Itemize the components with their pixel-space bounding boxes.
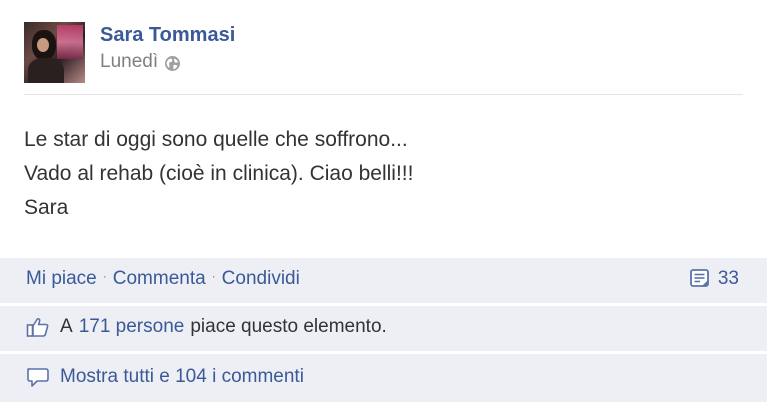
post-body: Le star di oggi sono quelle che soffrono… [24,123,744,225]
actions-bar: Mi piace · Commenta · Condividi 33 [0,258,767,303]
author-name-link[interactable]: Sara Tommasi [100,24,235,47]
share-button[interactable]: Condividi [222,268,300,290]
action-separator: · [102,269,107,283]
shares-count-link[interactable]: 33 [689,268,739,290]
post-body-line: Le star di oggi sono quelle che soffrono… [24,128,408,151]
view-all-comments-link[interactable]: Mostra tutti e 104 i commenti [26,366,304,388]
likes-summary: A 171 persone piace questo elemento. [26,316,387,338]
comments-bar: Mostra tutti e 104 i commenti [0,354,767,402]
facebook-post: Sara Tommasi Lunedì Le star di oggi sono… [0,0,767,403]
avatar-background-poster [57,25,83,59]
action-separator: · [211,269,216,283]
thumbs-up-icon [26,316,50,338]
likes-suffix: piace questo elemento. [190,316,387,337]
author-avatar[interactable] [24,22,85,83]
avatar-face [37,38,49,52]
share-icon [689,268,711,290]
post-body-line: Sara [24,196,69,219]
globe-icon[interactable] [164,55,181,72]
view-all-comments-label: Mostra tutti e 104 i commenti [60,366,304,387]
comment-bubble-icon [26,366,50,388]
header-divider [24,94,743,95]
likes-bar: A 171 persone piace questo elemento. [0,306,767,351]
like-button[interactable]: Mi piace [26,268,97,290]
post-meta: Lunedì [100,51,181,73]
post-body-line: Vado al rehab (cioè in clinica). Ciao be… [24,162,414,185]
likers-link[interactable]: 171 persone [79,316,185,338]
post-actions: Mi piace · Commenta · Condividi [26,268,300,290]
comment-button[interactable]: Commenta [113,268,206,290]
shares-count: 33 [717,268,739,289]
post-timestamp[interactable]: Lunedì [100,51,158,73]
likes-prefix: A [60,316,73,337]
avatar-body [28,58,64,83]
